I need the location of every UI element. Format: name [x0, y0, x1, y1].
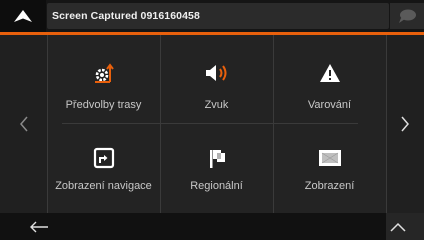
up-arrow-logo-icon [14, 10, 32, 22]
navigation-view-icon [93, 146, 115, 170]
display-icon [318, 146, 342, 170]
top-bar: Screen Captured 0916160458 [0, 0, 424, 32]
next-page-button[interactable] [386, 35, 424, 213]
message-button[interactable] [390, 3, 424, 29]
settings-menu: Předvolby trasy Zvuk Varování Zobrazení … [0, 35, 424, 213]
back-button[interactable] [0, 213, 78, 240]
route-preferences-label: Předvolby trasy [65, 99, 142, 111]
back-arrow-icon [30, 221, 48, 232]
sound-item[interactable]: Zvuk [160, 35, 273, 124]
chevron-left-icon [19, 116, 28, 132]
screen-title-text: Screen Captured 0916160458 [52, 10, 200, 22]
chevron-right-icon [401, 116, 409, 132]
regional-item[interactable]: Regionální [160, 124, 273, 213]
navigation-view-item[interactable]: Zobrazení navigace [47, 124, 160, 213]
divider-line [386, 35, 387, 213]
warnings-item[interactable]: Varování [273, 35, 386, 124]
previous-page-button[interactable] [0, 35, 47, 213]
display-item[interactable]: Zobrazení [273, 124, 386, 213]
navigation-view-label: Zobrazení navigace [55, 180, 152, 192]
expand-up-button[interactable] [372, 213, 424, 240]
display-label: Zobrazení [304, 180, 355, 192]
route-preferences-item[interactable]: Předvolby trasy [47, 35, 160, 124]
regional-label: Regionální [190, 180, 243, 192]
warnings-label: Varování [307, 99, 352, 111]
speaker-icon [204, 61, 230, 85]
sound-label: Zvuk [204, 99, 229, 111]
chevron-up-icon [390, 222, 406, 232]
menu-toggle-button[interactable] [0, 0, 46, 32]
settings-grid: Předvolby trasy Zvuk Varování Zobrazení … [47, 35, 386, 213]
flag-icon [206, 146, 228, 170]
warning-icon [319, 61, 341, 85]
chat-bubble-icon [399, 9, 416, 23]
route-settings-icon [93, 61, 115, 85]
screen-title: Screen Captured 0916160458 [47, 3, 389, 29]
bottom-bar [0, 213, 424, 240]
